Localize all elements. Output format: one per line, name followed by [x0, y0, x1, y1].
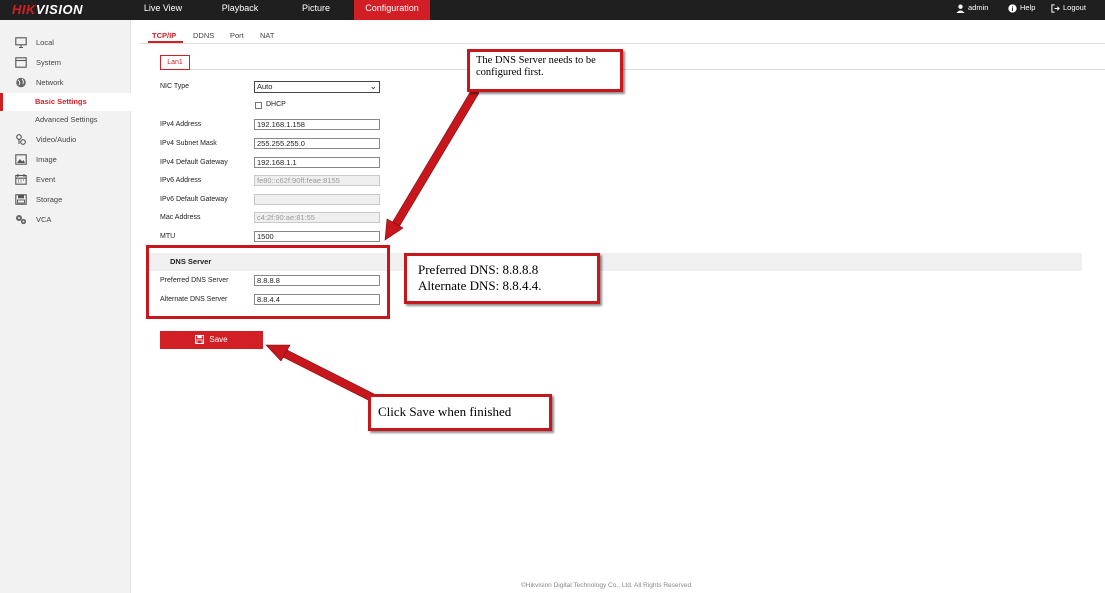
dns-values-line-1: Preferred DNS: 8.8.8.8	[418, 262, 539, 277]
dns-values-line-2: Alternate DNS: 8.8.4.4.	[418, 278, 542, 293]
arrow-to-dns-section	[384, 88, 480, 241]
dns-values-callout: Preferred DNS: 8.8.8.8 Alternate DNS: 8.…	[404, 253, 600, 304]
save-callout-note: Click Save when finished	[368, 394, 552, 431]
dns-callout-line-2: configured first.	[476, 67, 544, 78]
dns-callout-note: The DNS Server needs to be configured fi…	[467, 49, 623, 92]
arrow-to-save-button	[265, 344, 381, 405]
dns-callout-line-1: The DNS Server needs to be	[476, 55, 596, 66]
